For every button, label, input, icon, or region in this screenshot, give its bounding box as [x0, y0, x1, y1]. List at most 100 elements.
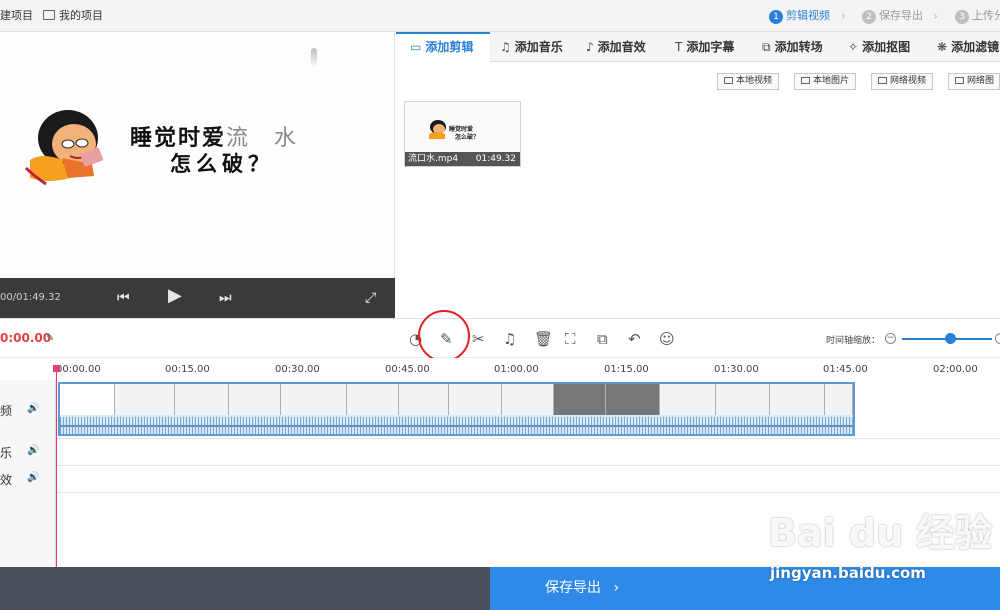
step-label: 剪辑视频 — [786, 9, 830, 22]
online-image-icon — [955, 77, 964, 84]
scissors-icon[interactable]: ✂ — [472, 330, 485, 348]
highlight-annotation-circle — [418, 310, 470, 362]
tab-label: 添加字幕 — [686, 40, 735, 54]
local-video-button[interactable]: 本地视频 — [717, 73, 780, 90]
clip-frame — [60, 384, 115, 415]
tab-add-cutout[interactable]: ✧ 添加抠图 — [848, 32, 910, 62]
feature-tabs: ▭ 添加剪辑 ♫ 添加音乐 ♪ 添加音效 T 添加字幕 ⧉ 添加转场 ✧ 添加抠图 ❋ 添加滤… — [396, 32, 1000, 62]
tab-add-transition[interactable]: ⧉ 添加转场 — [762, 32, 823, 62]
clip-frame — [554, 384, 606, 415]
speaker-icon[interactable]: 🔊 — [27, 445, 39, 456]
play-icon[interactable]: ▶ — [168, 286, 182, 306]
tab-add-filter[interactable]: ❋ 添加滤镜 — [937, 32, 999, 62]
clip-frame — [449, 384, 502, 415]
timeline-zoom-label: 时间轴缩放： — [826, 336, 881, 346]
online-image-button[interactable]: 网络图 — [948, 73, 1000, 90]
clip-frame — [347, 384, 399, 415]
step-number: 3 — [955, 10, 969, 24]
ruler-tick-label: 01:30.00 — [714, 364, 759, 375]
zoom-out-icon[interactable]: − — [885, 333, 896, 344]
previous-frame-icon[interactable]: ⏮ — [117, 288, 130, 308]
clip-frame — [115, 384, 175, 415]
ruler-tick-label: 00:45.00 — [385, 364, 430, 375]
cartoon-character-image — [24, 110, 103, 186]
ruler-tick-label: 01:15.00 — [604, 364, 649, 375]
tab-add-clip[interactable]: ▭ 添加剪辑 — [396, 32, 490, 62]
chevron-right-icon: › — [841, 9, 846, 23]
online-video-button[interactable]: 网络视频 — [871, 73, 934, 90]
undo-icon[interactable]: ↶ — [628, 330, 641, 348]
bell-icon[interactable]: ♫ — [503, 330, 516, 348]
video-file-icon — [724, 77, 733, 84]
preview-title-line2: 怎么破？ — [170, 152, 274, 176]
clip-frame — [770, 384, 825, 415]
clip-name: 流口水.mp4 — [408, 154, 459, 164]
chevron-right-icon: › — [933, 9, 938, 23]
ruler-tick-label: 00:30.00 — [275, 364, 320, 375]
clip-frame — [281, 384, 347, 415]
new-project-button[interactable]: 建项目 — [0, 8, 33, 24]
step-label: 保存导出 — [879, 9, 923, 22]
step-save-export[interactable]: 2 保存导出 — [862, 8, 923, 24]
thumbnail-text-line2: 怎么破？ — [455, 134, 480, 141]
timeline-toolbar: 0:00.00 ✎ ◔ ✎ ✂ ♫ 🗑 ⛶ ⧉ ↶ ☺ 时间轴缩放： − — [0, 318, 1000, 358]
speaker-icon[interactable]: 🔊 — [27, 403, 39, 414]
audio-waveform-center — [60, 425, 853, 427]
clip-duration: 01:49.32 — [475, 154, 516, 164]
edit-time-icon[interactable]: ✎ — [46, 333, 54, 344]
new-project-label: 建项目 — [0, 9, 33, 22]
tab-label: 添加音乐 — [514, 40, 563, 54]
current-time: 0:00.00 — [0, 331, 52, 345]
button-label: 本地视频 — [736, 76, 773, 86]
video-icon: ▭ — [410, 40, 422, 54]
video-track-clip[interactable] — [58, 382, 855, 436]
thumbnail-character-image — [429, 120, 446, 139]
emoji-icon[interactable]: ☺ — [659, 330, 675, 348]
tab-label: 添加剪辑 — [425, 40, 474, 54]
ruler-tick-label: 00:15.00 — [165, 364, 210, 375]
video-preview: 睡觉时爱流 水 怎么破？ — [0, 32, 395, 278]
tab-label: 添加转场 — [774, 40, 823, 54]
track-divider — [56, 465, 1000, 466]
next-frame-icon[interactable]: ⏭ — [219, 288, 232, 308]
button-label: 本地图片 — [813, 76, 850, 86]
scroll-thumb[interactable] — [311, 48, 317, 68]
step-edit-video[interactable]: 1 剪辑视频 — [769, 8, 830, 24]
fullscreen-icon[interactable]: ⤢ — [365, 288, 376, 308]
my-projects-label: 我的项目 — [59, 9, 103, 22]
copy-icon[interactable]: ⧉ — [597, 330, 608, 348]
sound-effect-icon: ♪ — [586, 40, 594, 54]
image-file-icon — [801, 77, 810, 84]
crop-icon[interactable]: ⛶ — [565, 330, 576, 348]
clip-frame — [502, 384, 554, 415]
zoom-slider-handle[interactable] — [945, 333, 956, 344]
local-image-button[interactable]: 本地图片 — [794, 73, 857, 90]
tab-label: 添加滤镜 — [951, 40, 1000, 54]
track-label-column: 频 🔊 乐 🔊 效 🔊 — [0, 380, 56, 567]
clip-thumbnail: 睡觉时爱 怎么破？ — [405, 102, 520, 152]
media-clip-card[interactable]: 睡觉时爱 怎么破？ 流口水.mp4 01:49.32 — [404, 101, 521, 167]
clip-frame — [716, 384, 770, 415]
zoom-in-icon[interactable] — [995, 333, 1000, 344]
button-label: 网络视频 — [890, 76, 927, 86]
trash-icon[interactable]: 🗑 — [534, 330, 553, 348]
time-ruler: 00:00.00 00:15.00 00:30.00 00:45.00 01:0… — [56, 358, 1000, 380]
tab-label: 添加音效 — [597, 40, 646, 54]
save-export-label: 保存导出 — [545, 580, 601, 596]
ruler-tick-label: 01:00.00 — [494, 364, 539, 375]
step-number: 2 — [862, 10, 876, 24]
ruler-tick-label: 01:45.00 — [823, 364, 868, 375]
tab-add-subtitle[interactable]: T 添加字幕 — [675, 32, 734, 62]
speaker-icon[interactable]: 🔊 — [27, 472, 39, 483]
clip-frame — [175, 384, 229, 415]
track-label-video: 频 — [0, 404, 13, 418]
step-upload[interactable]: 3 上传分 — [955, 8, 1000, 24]
playhead-line[interactable] — [56, 367, 57, 567]
my-projects-button[interactable]: 我的项目 — [43, 8, 103, 24]
player-controls: 00/01:49.32 ⏮ ▶ ⏭ ⤢ — [0, 278, 395, 318]
tab-add-sound-effect[interactable]: ♪ 添加音效 — [586, 32, 646, 62]
tab-add-music[interactable]: ♫ 添加音乐 — [500, 32, 563, 62]
track-divider — [56, 438, 1000, 439]
chevron-right-icon: › — [613, 580, 620, 596]
track-label-effects: 效 — [0, 473, 13, 487]
